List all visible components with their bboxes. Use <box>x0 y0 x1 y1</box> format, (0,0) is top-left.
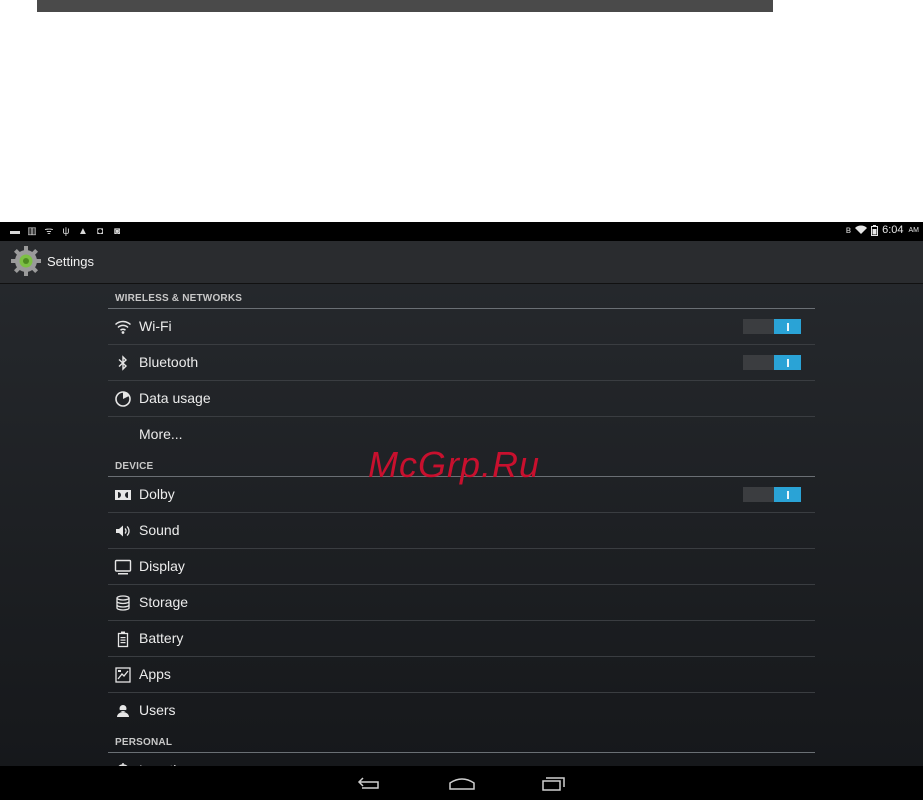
dolby-toggle[interactable] <box>743 487 801 502</box>
clock-ampm: AM <box>908 226 920 234</box>
barcode-icon: ▥ <box>27 225 37 237</box>
camera-icon: ◙ <box>113 225 121 237</box>
settings-item-label: Wi-Fi <box>139 318 172 334</box>
settings-item-battery[interactable]: Battery <box>108 621 815 657</box>
apps-icon <box>115 667 131 683</box>
action-bar: Settings <box>0 241 923 284</box>
settings-item-display[interactable]: Display <box>108 549 815 585</box>
warning-icon: ▲ <box>78 225 88 237</box>
settings-item-label: Battery <box>139 630 184 646</box>
page-title: Settings <box>47 254 94 269</box>
settings-list: WIRELESS & NETWORKS Wi-Fi Bluetooth Data… <box>108 284 815 788</box>
section-title: WIRELESS & NETWORKS <box>115 293 243 304</box>
storage-icon <box>116 595 130 611</box>
gear-icon[interactable] <box>10 245 42 277</box>
settings-item-sound[interactable]: Sound <box>108 513 815 549</box>
battery-icon <box>871 224 879 236</box>
wifi-icon <box>855 225 868 234</box>
settings-item-apps[interactable]: Apps <box>108 657 815 693</box>
data-usage-icon <box>115 391 131 407</box>
speaker-icon <box>116 525 130 537</box>
usb-icon: ψ <box>62 225 70 237</box>
settings-item-label: Bluetooth <box>139 354 199 370</box>
toggle-knob <box>774 355 801 370</box>
settings-item-label: More... <box>139 426 183 442</box>
section-header-personal: PERSONAL <box>108 728 815 753</box>
section-title: PERSONAL <box>115 737 173 748</box>
settings-item-label: Storage <box>139 594 189 610</box>
status-bar: ▬ ▥ ᯤ ψ ▲ ◘ ◙ ʙ 6:04 AM <box>0 222 923 241</box>
navigation-bar <box>0 766 923 800</box>
system-status: ʙ 6:04 AM <box>846 224 919 236</box>
notification-icons: ▬ ▥ ᯤ ψ ▲ ◘ ◙ <box>10 225 122 238</box>
toggle-knob <box>774 319 801 334</box>
settings-item-label: Users <box>139 702 176 718</box>
section-header-wireless: WIRELESS & NETWORKS <box>108 284 815 309</box>
settings-item-label: Sound <box>139 522 180 538</box>
clock-time: 6:04 <box>882 224 904 236</box>
settings-item-users[interactable]: Users <box>108 693 815 728</box>
watermark: McGrp.Ru <box>368 444 541 485</box>
display-icon <box>114 559 132 575</box>
bluetooth-toggle[interactable] <box>743 355 801 370</box>
toggle-knob <box>774 487 801 502</box>
settings-item-label: Apps <box>139 666 171 682</box>
battery-icon <box>117 631 129 648</box>
settings-item-wifi[interactable]: Wi-Fi <box>108 309 815 345</box>
settings-item-label: Dolby <box>139 486 175 502</box>
wifi-small-icon: ᯤ <box>44 225 54 237</box>
tablet-screen: ▬ ▥ ᯤ ψ ▲ ◘ ◙ ʙ 6:04 AM Settings WIRELES… <box>0 222 923 800</box>
bluetooth-icon: ʙ <box>845 224 852 236</box>
download-icon: ◘ <box>96 225 104 237</box>
top-gray-bar <box>37 0 773 12</box>
wifi-toggle[interactable] <box>743 319 801 334</box>
settings-content[interactable]: WIRELESS & NETWORKS Wi-Fi Bluetooth Data… <box>0 284 923 779</box>
bluetooth-icon <box>118 355 128 371</box>
settings-item-storage[interactable]: Storage <box>108 585 815 621</box>
settings-item-label: Data usage <box>139 390 211 406</box>
section-title: DEVICE <box>115 461 154 472</box>
settings-item-label: Display <box>139 558 185 574</box>
screen-icon: ▬ <box>10 225 20 237</box>
back-icon[interactable] <box>354 773 384 793</box>
dolby-icon <box>115 490 131 500</box>
user-icon <box>117 705 129 717</box>
settings-item-data-usage[interactable]: Data usage <box>108 381 815 417</box>
home-icon[interactable] <box>447 773 477 793</box>
recent-apps-icon[interactable] <box>538 773 568 793</box>
wifi-icon <box>114 320 132 334</box>
settings-item-bluetooth[interactable]: Bluetooth <box>108 345 815 381</box>
